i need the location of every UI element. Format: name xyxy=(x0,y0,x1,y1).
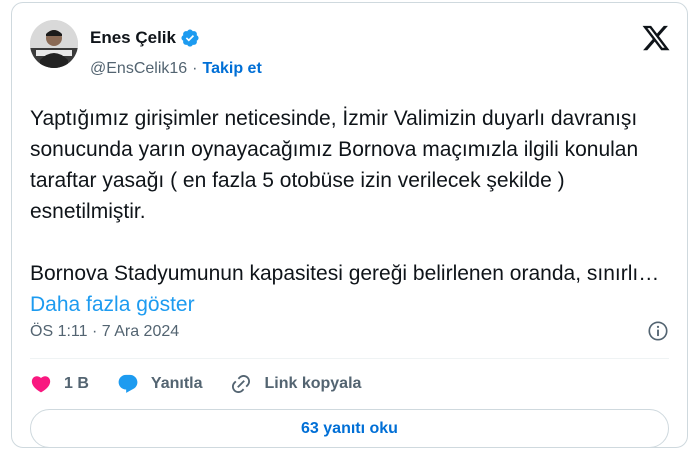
follow-button[interactable]: Takip et xyxy=(203,60,262,78)
reply-button[interactable]: Yanıtla xyxy=(117,373,203,395)
action-bar: 1 B Yanıtla Link kopyala xyxy=(30,369,389,399)
like-button[interactable]: 1 B xyxy=(30,373,89,395)
copy-link-label: Link kopyala xyxy=(264,375,362,392)
info-icon[interactable] xyxy=(647,320,669,342)
author-handle-row: @EnsCelik16 · Takip et xyxy=(90,58,262,80)
heart-icon xyxy=(31,376,51,393)
author-name-row: Enes Çelik xyxy=(90,27,200,49)
separator-dot: · xyxy=(192,60,198,77)
reply-label: Yanıtla xyxy=(150,375,203,392)
divider xyxy=(30,358,669,359)
author-handle[interactable]: @EnsCelik16 xyxy=(90,60,187,78)
tweet-card: Enes Çelik @EnsCelik16 · Takip et Yaptığ… xyxy=(11,2,688,448)
read-replies-button[interactable]: 63 yanıtı oku xyxy=(30,409,669,448)
verified-badge-icon xyxy=(180,28,200,48)
like-count: 1 B xyxy=(64,375,89,392)
reply-bubble-icon xyxy=(118,374,138,393)
link-icon xyxy=(232,374,251,394)
tweet-paragraph-2: Bornova Stadyumunun kapasitesi gereği be… xyxy=(30,258,670,320)
tweet-paragraph-2-text: Bornova Stadyumunun kapasitesi gereği be… xyxy=(30,262,660,285)
tweet-paragraph-1: Yaptığımız girişimler neticesinde, İzmir… xyxy=(30,107,639,223)
tweet-timestamp[interactable]: ÖS 1:11 · 7 Ara 2024 xyxy=(30,321,179,343)
show-more-link[interactable]: Daha fazla göster xyxy=(30,293,195,316)
author-display-name[interactable]: Enes Çelik xyxy=(90,28,176,48)
tweet-text: Yaptığımız girişimler neticesinde, İzmir… xyxy=(30,103,670,320)
avatar[interactable] xyxy=(30,20,78,68)
copy-link-button[interactable]: Link kopyala xyxy=(230,373,361,395)
x-logo-icon[interactable] xyxy=(641,23,671,53)
